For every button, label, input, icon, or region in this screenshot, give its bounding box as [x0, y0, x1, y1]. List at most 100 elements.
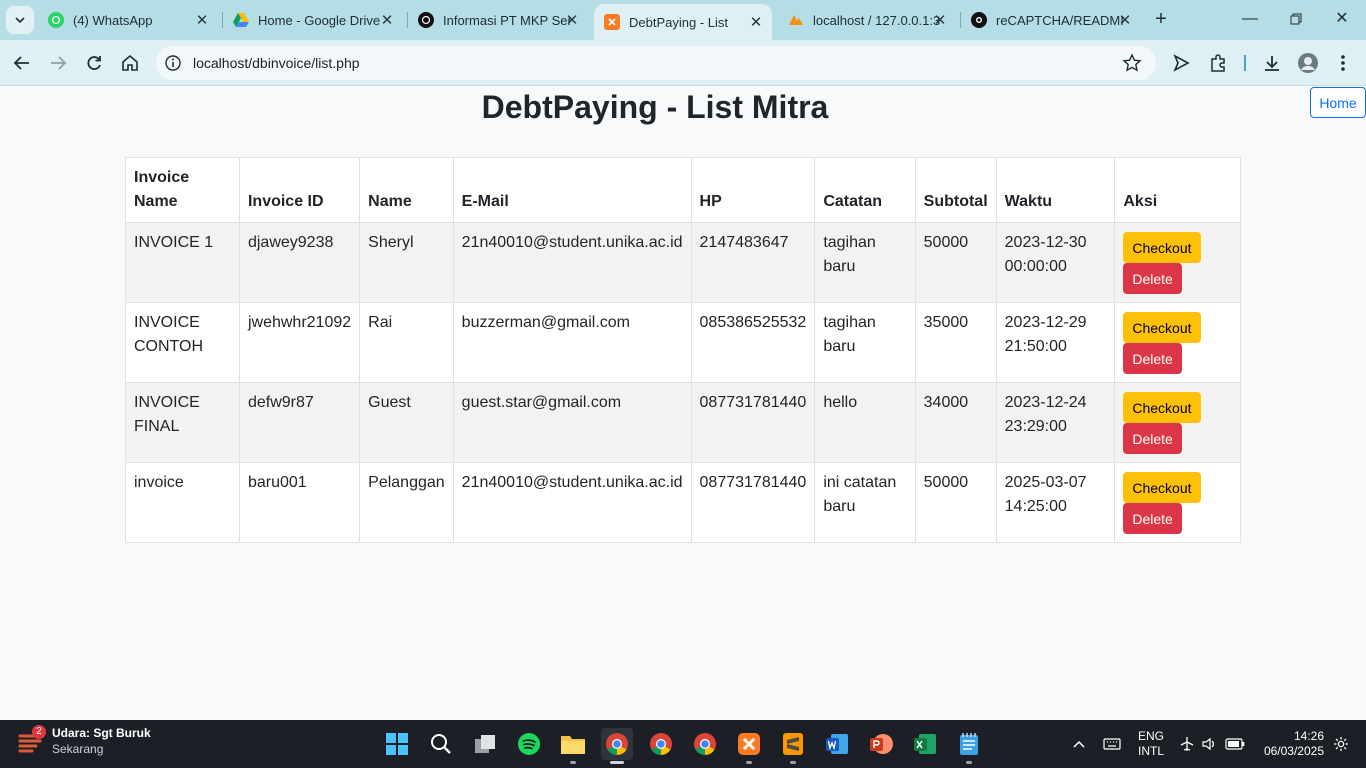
volume-icon[interactable]	[1200, 720, 1218, 768]
invoice-id-cell: djawey9238	[238, 222, 361, 303]
back-icon[interactable]	[10, 51, 34, 75]
tab-phpmyadmin[interactable]: localhost / 127.0.0.1:3 ✕	[778, 5, 956, 35]
delete-button[interactable]: Delete	[1123, 263, 1182, 294]
tab-close-icon[interactable]: ✕	[932, 12, 948, 29]
column-header: E-Mail	[452, 157, 692, 223]
delete-button[interactable]: Delete	[1123, 343, 1182, 374]
restore-icon[interactable]	[1285, 8, 1307, 30]
delete-button[interactable]: Delete	[1123, 423, 1182, 454]
tab-chatgpt[interactable]: Informasi PT MKP Ser ✕	[408, 5, 588, 35]
spotify-icon[interactable]	[513, 728, 545, 760]
chrome-profile-3-icon[interactable]	[689, 728, 721, 760]
bookmark-star-icon[interactable]	[1122, 53, 1142, 73]
column-header: Invoice Name	[125, 157, 240, 223]
chevron-down-icon	[15, 17, 25, 24]
catatan-cell: tagihan baru	[814, 302, 916, 383]
waktu-cell: 2023-12-24 23:29:00	[995, 382, 1116, 463]
clock-date: 06/03/2025	[1263, 744, 1324, 758]
file-explorer-icon[interactable]	[557, 728, 589, 764]
tab-google-drive[interactable]: Home - Google Drive ✕	[223, 5, 403, 35]
address-bar[interactable]: localhost/dbinvoice/list.php	[156, 46, 1156, 80]
invoice-id-cell: defw9r87	[238, 382, 361, 463]
windows-start-icon[interactable]	[381, 728, 413, 760]
home-icon[interactable]	[118, 51, 142, 75]
system-clock[interactable]: 14:26 06/03/2025	[1258, 729, 1324, 759]
url-text[interactable]: localhost/dbinvoice/list.php	[193, 55, 360, 71]
xampp-taskbar-icon[interactable]	[733, 728, 765, 764]
send-icon[interactable]	[1170, 52, 1192, 74]
github-icon	[971, 12, 987, 28]
tab-title: localhost / 127.0.0.1:3	[813, 12, 941, 28]
notification-badge: 2	[32, 725, 46, 739]
column-header: Subtotal	[914, 157, 997, 223]
weather-title: Udara: Sgt Buruk	[52, 726, 151, 740]
chrome-taskbar-icon[interactable]	[601, 728, 633, 764]
notepad-icon[interactable]	[953, 728, 985, 764]
hp-cell: 085386525532	[690, 302, 816, 383]
download-icon[interactable]	[1261, 52, 1283, 74]
taskbar: 2 Udara: Sgt Buruk Sekarang ENG INTL 14:…	[0, 720, 1366, 768]
tab-title: Informasi PT MKP Ser	[443, 12, 571, 28]
checkout-button[interactable]: Checkout	[1123, 392, 1201, 423]
show-hidden-icons-chevron-icon[interactable]	[1068, 720, 1090, 768]
task-view-icon[interactable]	[469, 728, 501, 760]
email-cell: buzzerman@gmail.com	[452, 302, 692, 383]
airplane-mode-icon[interactable]	[1178, 720, 1196, 768]
new-tab-icon[interactable]: +	[1150, 8, 1172, 30]
tab-debtpaying[interactable]: DebtPaying - List ✕	[594, 4, 772, 40]
waktu-cell: 2025-03-07 14:25:00	[995, 462, 1116, 543]
aksi-cell: Checkout Delete	[1114, 382, 1241, 463]
invoice-name-cell: INVOICE FINAL	[125, 382, 240, 463]
checkout-button[interactable]: Checkout	[1123, 232, 1201, 263]
name-cell: Guest	[359, 382, 454, 463]
tab-title: (4) WhatsApp	[73, 12, 153, 28]
weather-widget[interactable]: 2 Udara: Sgt Buruk Sekarang	[18, 725, 151, 756]
tab-close-icon[interactable]: ✕	[1117, 12, 1133, 29]
email-cell: 21n40010@student.unika.ac.id	[452, 462, 692, 543]
tab-close-icon[interactable]: ✕	[194, 12, 210, 29]
close-window-icon[interactable]: ✕	[1331, 8, 1353, 30]
checkout-button[interactable]: Checkout	[1123, 312, 1201, 343]
keyboard-icon[interactable]	[1100, 720, 1124, 768]
excel-icon[interactable]	[909, 728, 941, 760]
tab-github[interactable]: reCAPTCHA/READMI ✕	[961, 5, 1141, 35]
home-button[interactable]: Home	[1310, 87, 1366, 118]
tab-whatsapp[interactable]: (4) WhatsApp ✕	[38, 5, 218, 35]
chatgpt-icon	[418, 12, 434, 28]
hp-cell: 087731781440	[690, 382, 816, 463]
table-header-row: Invoice Name Invoice ID Name E-Mail HP C…	[125, 157, 1241, 223]
clock-time: 14:26	[1293, 729, 1324, 743]
extensions-icon[interactable]	[1207, 52, 1229, 74]
tab-title: reCAPTCHA/READMI	[996, 12, 1124, 28]
table-row: INVOICE FINAL defw9r87 Guest guest.star@…	[125, 382, 1241, 463]
site-info-icon[interactable]	[164, 54, 182, 72]
language-indicator[interactable]: ENG INTL	[1138, 729, 1164, 759]
phpmyadmin-icon	[788, 12, 804, 28]
battery-icon[interactable]	[1224, 720, 1246, 768]
waktu-cell: 2023-12-29 21:50:00	[995, 302, 1116, 383]
reload-icon[interactable]	[82, 51, 106, 75]
powerpoint-icon[interactable]	[865, 728, 897, 760]
subtotal-cell: 34000	[914, 382, 997, 463]
aksi-cell: Checkout Delete	[1114, 462, 1241, 543]
tab-close-icon[interactable]: ✕	[748, 14, 764, 31]
profile-avatar-icon[interactable]	[1297, 52, 1319, 74]
minimize-icon[interactable]: —	[1239, 8, 1261, 30]
word-icon[interactable]	[821, 728, 853, 760]
tab-close-icon[interactable]: ✕	[379, 12, 395, 29]
search-icon[interactable]	[425, 728, 457, 760]
page-title: DebtPaying - List Mitra	[481, 89, 829, 125]
sublime-text-icon[interactable]	[777, 728, 809, 764]
email-cell: guest.star@gmail.com	[452, 382, 692, 463]
chrome-profile-2-icon[interactable]	[645, 728, 677, 760]
forward-icon[interactable]	[46, 51, 70, 75]
delete-button[interactable]: Delete	[1123, 503, 1182, 534]
checkout-button[interactable]: Checkout	[1123, 472, 1201, 503]
tab-search-button[interactable]	[6, 6, 34, 34]
toolbar-divider	[1244, 55, 1246, 71]
hp-cell: 087731781440	[690, 462, 816, 543]
settings-gear-icon[interactable]	[1330, 720, 1352, 768]
catatan-cell: ini catatan baru	[814, 462, 916, 543]
menu-kebab-icon[interactable]	[1332, 52, 1354, 74]
tab-close-icon[interactable]: ✕	[564, 12, 580, 29]
